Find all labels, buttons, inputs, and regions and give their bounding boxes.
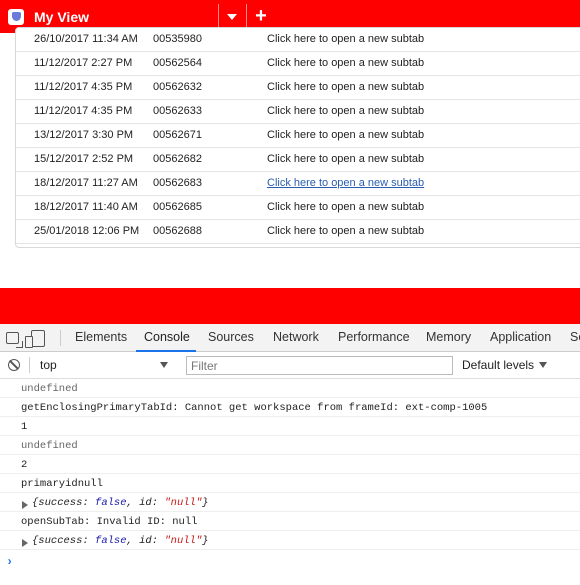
chevron-down-icon	[539, 362, 547, 368]
object-preview-mid: , id:	[126, 535, 165, 547]
table-row: 11/12/2017 4:35 PM 00562632 Click here to …	[16, 76, 580, 100]
row-date: 15/12/2017 2:52 PM	[34, 153, 134, 165]
row-case-number: 00562632	[153, 81, 202, 93]
object-preview-bool: false	[95, 497, 127, 509]
footer-band	[0, 288, 580, 324]
tab-performance[interactable]: Performance	[338, 330, 410, 344]
console-message: primaryidnull	[0, 474, 580, 493]
plus-icon: +	[255, 5, 267, 27]
object-preview-str: "null"	[164, 497, 203, 509]
table-row: 11/12/2017 2:27 PM 00562564 Click here to …	[16, 52, 580, 76]
toolbar-divider	[29, 357, 30, 373]
caret-down-icon	[227, 13, 237, 20]
table-row: 26/10/2017 11:34 AM 00535980 Click here to…	[16, 28, 580, 52]
row-date: 25/01/2018 12:06 PM	[34, 225, 140, 237]
console-message-text: undefined	[21, 440, 78, 452]
shield-icon	[8, 8, 24, 25]
row-date: 11/12/2017 4:35 PM	[34, 81, 133, 93]
console-message-text: openSubTab: Invalid ID: null	[21, 516, 198, 528]
object-preview[interactable]: {success: false, id: "null"}	[32, 535, 208, 547]
object-preview-prefix: {success:	[32, 497, 96, 509]
tab-title: My View	[34, 8, 89, 25]
object-preview-str: "null"	[164, 535, 203, 547]
prompt-chevron-icon: ›	[6, 555, 14, 569]
table-row: 18/12/2017 11:27 AM 00562683 Click here to…	[16, 172, 580, 196]
open-subtab-link[interactable]: Click here to open a new subtab	[267, 225, 424, 237]
console-message: 2	[0, 455, 580, 474]
open-subtab-link[interactable]: Click here to open a new subtab	[267, 201, 424, 213]
devtools-tab-bar: Elements Console Sources Network Perform…	[0, 324, 580, 352]
object-preview-mid: , id:	[126, 497, 165, 509]
object-preview-suffix: }	[202, 497, 209, 509]
object-preview-prefix: {success:	[32, 535, 96, 547]
row-case-number: 00562564	[153, 57, 202, 69]
table-row: 18/12/2017 11:40 AM 00562685 Click here to…	[16, 196, 580, 220]
row-date: 11/12/2017 4:35 PM	[34, 105, 133, 117]
open-subtab-link[interactable]: Click here to open a new subtab	[267, 153, 424, 165]
row-case-number: 00562633	[153, 105, 202, 117]
tab-memory[interactable]: Memory	[426, 330, 471, 344]
row-case-number: 00562671	[153, 129, 202, 141]
console-prompt-line[interactable]: ›	[0, 550, 580, 569]
row-date: 18/12/2017 11:40 AM	[34, 201, 138, 213]
object-preview-suffix: }	[202, 535, 209, 547]
table-row: 11/12/2017 4:35 PM 00562633 Click here to …	[16, 100, 580, 124]
row-case-number: 00562688	[153, 225, 202, 237]
row-date: 18/12/2017 11:27 AM	[34, 177, 138, 189]
row-date: 13/12/2017 3:30 PM	[34, 129, 134, 141]
open-subtab-link[interactable]: Click here to open a new subtab	[267, 105, 424, 117]
expand-triangle-icon[interactable]	[22, 539, 28, 547]
console-message-text: 1	[21, 421, 28, 433]
tab-sources[interactable]: Sources	[208, 330, 254, 344]
row-case-number: 00562683	[153, 177, 202, 189]
table-row: 13/12/2017 3:30 PM 00562671 Click here to …	[16, 124, 580, 148]
row-date: 11/12/2017 2:27 PM	[34, 57, 133, 69]
console-message-text: undefined	[21, 383, 78, 395]
console-output: undefined getEnclosingPrimaryTabId: Canno…	[0, 379, 580, 569]
object-preview-bool: false	[95, 535, 127, 547]
open-subtab-link[interactable]: Click here to open a new subtab	[267, 57, 424, 69]
console-message-text: getEnclosingPrimaryTabId: Cannot get wor…	[21, 402, 488, 414]
row-case-number: 00562685	[153, 201, 202, 213]
filter-input[interactable]	[186, 356, 453, 375]
console-message: getEnclosingPrimaryTabId: Cannot get wor…	[0, 398, 580, 417]
console-message: 1	[0, 417, 580, 436]
console-message: {success: false, id: "null"}	[0, 493, 580, 512]
console-message-text: primaryidnull	[21, 478, 103, 490]
open-subtab-link[interactable]: Click here to open a new subtab	[267, 33, 424, 45]
expand-triangle-icon[interactable]	[22, 501, 28, 509]
open-subtab-link[interactable]: Click here to open a new subtab	[267, 177, 424, 189]
console-message: undefined	[0, 436, 580, 455]
tab-console[interactable]: Console	[144, 330, 190, 344]
row-date: 26/10/2017 11:34 AM	[34, 33, 138, 45]
table-row: 15/12/2017 2:52 PM 00562682 Click here to …	[16, 148, 580, 172]
context-selector[interactable]: top	[40, 358, 57, 372]
tab-security[interactable]: Se	[570, 330, 580, 344]
open-subtab-link[interactable]: Click here to open a new subtab	[267, 129, 424, 141]
device-toolbar-icon[interactable]	[25, 330, 45, 348]
open-subtab-link[interactable]: Click here to open a new subtab	[267, 81, 424, 93]
toolbar-divider	[60, 330, 61, 346]
object-preview[interactable]: {success: false, id: "null"}	[32, 497, 208, 509]
tab-network[interactable]: Network	[273, 330, 319, 344]
console-message: undefined	[0, 379, 580, 398]
clear-console-icon[interactable]	[8, 359, 20, 371]
devtools-panel: Elements Console Sources Network Perform…	[0, 324, 580, 585]
table-row: 25/01/2018 12:06 PM 00562688 Click here to…	[16, 220, 580, 244]
console-toolbar: top Default levels	[0, 352, 580, 379]
console-message: {success: false, id: "null"}	[0, 531, 580, 550]
log-levels-dropdown[interactable]: Default levels	[462, 358, 534, 372]
inspect-element-icon[interactable]	[6, 332, 19, 344]
chevron-down-icon	[160, 362, 168, 368]
row-case-number: 00562682	[153, 153, 202, 165]
tab-elements[interactable]: Elements	[75, 330, 127, 344]
results-table: 26/10/2017 11:34 AM 00535980 Click here to…	[16, 28, 580, 244]
console-message-text: 2	[21, 459, 28, 471]
row-case-number: 00535980	[153, 33, 202, 45]
console-message: openSubTab: Invalid ID: null	[0, 512, 580, 531]
tab-application[interactable]: Application	[490, 330, 551, 344]
